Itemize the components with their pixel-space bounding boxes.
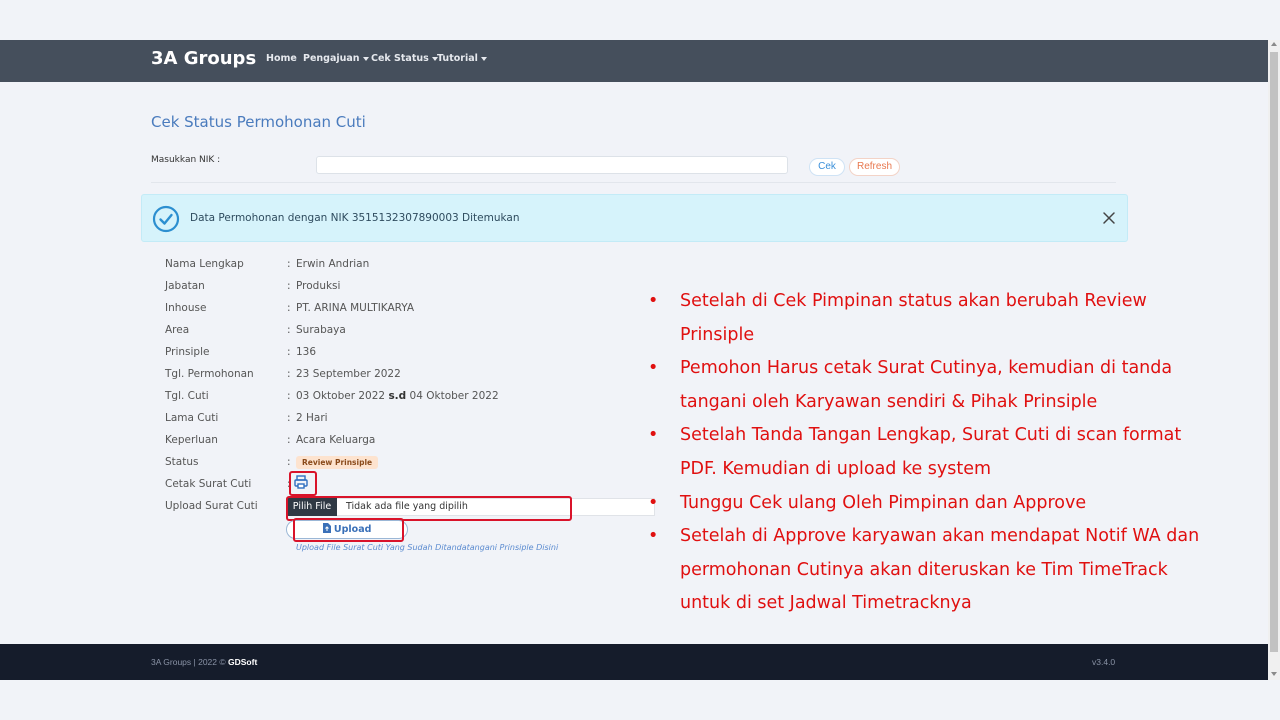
annotation-box-print xyxy=(289,471,317,496)
upload-hint: Upload File Surat Cuti Yang Sudah Ditand… xyxy=(296,543,559,552)
footer-version: v3.4.0 xyxy=(1092,657,1116,667)
colon: : xyxy=(287,390,291,402)
detail-value: Erwin Andrian xyxy=(296,258,370,270)
upload-label: Upload Surat Cuti xyxy=(165,500,258,512)
divider xyxy=(151,182,1116,183)
detail-label: Prinsiple xyxy=(165,346,210,358)
note-item: Pemohon Harus cetak Surat Cutinya, kemud… xyxy=(648,352,1208,419)
caret-down-icon xyxy=(480,56,487,61)
detail-value: Surabaya xyxy=(296,324,346,336)
detail-value: Produksi xyxy=(296,280,341,292)
colon: : xyxy=(287,280,291,292)
detail-label: Nama Lengkap xyxy=(165,258,244,270)
status-badge: Review Prinsiple xyxy=(296,456,379,469)
colon: : xyxy=(287,324,291,336)
colon: : xyxy=(287,434,291,446)
scroll-up-arrow-icon[interactable] xyxy=(1271,42,1277,46)
scroll-down-arrow-icon[interactable] xyxy=(1271,672,1277,676)
instruction-notes: Setelah di Cek Pimpinan status akan beru… xyxy=(648,285,1208,621)
note-item: Setelah di Approve karyawan akan mendapa… xyxy=(648,520,1208,621)
nav-pengajuan[interactable]: Pengajuan xyxy=(303,53,369,64)
keperluan-label: Keperluan xyxy=(165,434,218,446)
footer: 3A Groups | 2022 © GDSoft v3.4.0 xyxy=(0,644,1268,680)
keperluan-value: Acara Keluarga xyxy=(296,434,376,446)
page-title: Cek Status Permohonan Cuti xyxy=(151,113,366,131)
scrollbar-thumb[interactable] xyxy=(1270,52,1278,652)
nik-input[interactable] xyxy=(316,156,788,174)
detail-label: Tgl. Permohonan xyxy=(165,368,254,380)
caret-down-icon xyxy=(362,56,369,61)
lama-cuti-label: Lama Cuti xyxy=(165,412,219,424)
note-item: Setelah di Cek Pimpinan status akan beru… xyxy=(648,285,1208,352)
detail-label: Jabatan xyxy=(165,280,205,292)
annotation-box-upload xyxy=(293,518,404,542)
cetak-label: Cetak Surat Cuti xyxy=(165,478,252,490)
alert-message: Data Permohonan dengan NIK 3515132307890… xyxy=(190,212,520,224)
colon: : xyxy=(287,302,291,314)
detail-value: 136 xyxy=(296,346,317,358)
note-item: Setelah Tanda Tangan Lengkap, Surat Cuti… xyxy=(648,419,1208,486)
note-item: Tunggu Cek ulang Oleh Pimpinan dan Appro… xyxy=(648,487,1208,521)
success-alert: Data Permohonan dengan NIK 3515132307890… xyxy=(141,194,1128,242)
detail-value: 23 September 2022 xyxy=(296,368,401,380)
nav-home[interactable]: Home xyxy=(266,53,297,64)
top-navbar: 3A Groups Home Pengajuan Cek Status Tuto… xyxy=(0,40,1268,82)
lama-cuti-value: 2 Hari xyxy=(296,412,328,424)
footer-copyright: 3A Groups | 2022 © GDSoft xyxy=(151,657,258,667)
colon: : xyxy=(287,346,291,358)
tgl-cuti-label: Tgl. Cuti xyxy=(165,390,209,402)
cek-button[interactable]: Cek xyxy=(809,158,845,176)
colon: : xyxy=(287,456,291,468)
colon: : xyxy=(287,368,291,380)
nav-cek-status[interactable]: Cek Status xyxy=(371,53,438,64)
close-icon[interactable] xyxy=(1102,211,1116,225)
brand-logo[interactable]: 3A Groups xyxy=(151,48,256,69)
nav-tutorial[interactable]: Tutorial xyxy=(437,53,487,64)
detail-label: Inhouse xyxy=(165,302,207,314)
tgl-cuti-value: 03 Oktober 2022 s.d 04 Oktober 2022 xyxy=(296,390,499,402)
status-label: Status xyxy=(165,456,199,468)
detail-value: PT. ARINA MULTIKARYA xyxy=(296,302,415,314)
colon: : xyxy=(287,412,291,424)
colon: : xyxy=(287,258,291,270)
check-circle-icon xyxy=(152,205,180,233)
refresh-button[interactable]: Refresh xyxy=(849,158,900,176)
detail-label: Area xyxy=(165,324,190,336)
nik-label: Masukkan NIK : xyxy=(151,155,221,165)
